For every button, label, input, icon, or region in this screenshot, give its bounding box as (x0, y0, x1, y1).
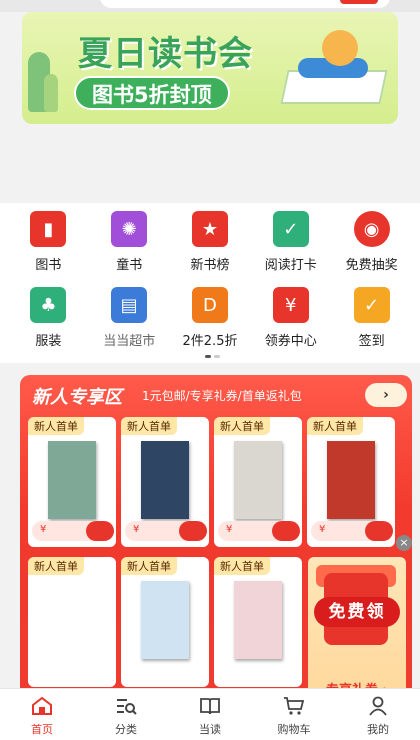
product-card[interactable]: 新人首单 (121, 557, 209, 687)
new-user-zone: 新人专享区 1元包邮/专享礼券/首单返礼包 › 新人首单 ¥ 新人首单 ¥ 新人首单 ¥ 新… (20, 375, 412, 715)
cart-icon (282, 695, 306, 717)
profile-icon (366, 695, 390, 717)
buy-button[interactable] (272, 521, 300, 541)
banner-area: 夏日读书会 图书5折封顶 (0, 0, 420, 200)
new-user-tag: 新人首单 (214, 557, 270, 575)
disney-icon: D (191, 287, 228, 323)
price-currency: ¥ (133, 524, 140, 535)
tab-profile[interactable]: 我的 (336, 689, 420, 740)
reading-checkin-icon: ✓ (272, 211, 309, 247)
zone-subtitle: 1元包邮/专享礼券/首单返礼包 (142, 389, 302, 403)
search-bar-edge (0, 0, 420, 12)
free-coupon-card[interactable]: 免费领 专享礼券 › (308, 557, 406, 707)
price-currency: ¥ (226, 524, 233, 535)
nav-item[interactable]: ▮ 图书 (8, 211, 89, 279)
nav-item[interactable]: ✺ 童书 (89, 211, 170, 279)
nav-item-label: 签到 (358, 334, 385, 349)
nav-item-label: 领券中心 (264, 334, 317, 349)
home-icon (30, 695, 54, 717)
price-currency: ¥ (319, 524, 326, 535)
bush-illustration (44, 74, 58, 112)
category-grid: ▮ 图书 ✺ 童书 ★ 新书榜 ✓ 阅读打卡 ◉ 免费抽奖 ♣ 服装 ▤ 当当超市 D 2件2.5折 ¥ 领券中心… (8, 211, 412, 355)
product-card[interactable]: 新人首单 ¥ (28, 417, 116, 547)
nav-item[interactable]: ✓ 阅读打卡 (250, 211, 331, 279)
tab-label: 我的 (367, 723, 389, 736)
tab-cart[interactable]: 购物车 (252, 689, 336, 740)
tab-label: 首页 (31, 723, 53, 736)
zone-more-button[interactable]: › (365, 383, 407, 407)
nav-item-label: 童书 (116, 258, 143, 273)
book-cover[interactable] (327, 441, 375, 519)
nav-item-label: 新书榜 (190, 258, 230, 273)
tab-label: 购物车 (277, 723, 311, 736)
new-user-tag: 新人首单 (28, 557, 84, 575)
nav-item[interactable]: ✓ 签到 (331, 287, 412, 355)
buy-button[interactable] (86, 521, 114, 541)
nav-item-label: 阅读打卡 (264, 258, 317, 273)
tab-label: 分类 (115, 723, 137, 736)
product-card[interactable]: 新人首单 ¥ (214, 417, 302, 547)
nav-item-label: 2件2.5折 (182, 334, 238, 349)
nav-item-label: 服装 (35, 334, 62, 349)
lottery-icon: ◉ (353, 211, 390, 247)
nav-item-label: 免费抽奖 (345, 258, 398, 273)
buy-button[interactable] (365, 521, 393, 541)
book-cover[interactable] (141, 581, 189, 659)
nav-item[interactable]: ♣ 服装 (8, 287, 89, 355)
book-cover[interactable] (141, 441, 189, 519)
tab-read[interactable]: 当读 (168, 689, 252, 740)
nav-item[interactable]: ▤ 当当超市 (89, 287, 170, 355)
nav-item[interactable]: ¥ 领券中心 (250, 287, 331, 355)
category-icon (114, 695, 138, 717)
product-card[interactable]: 新人首单 (28, 557, 116, 687)
banner-subtitle: 图书5折封顶 (74, 76, 230, 110)
nav-item[interactable]: ★ 新书榜 (170, 211, 251, 279)
book-cover[interactable] (234, 441, 282, 519)
new-user-tag: 新人首单 (121, 417, 177, 435)
nav-pager (205, 355, 220, 358)
home-page: 夏日读书会 图书5折封顶 ▮ 图书 ✺ 童书 ★ 新书榜 ✓ 阅读打卡 ◉ 免费抽奖 ♣ 服装 ▤ 当当超… (0, 0, 420, 740)
nav-item-label: 当当超市 (103, 334, 156, 349)
product-card[interactable]: 新人首单 ¥ (121, 417, 209, 547)
read-icon (198, 695, 222, 717)
new-user-tag: 新人首单 (214, 417, 270, 435)
book-cover[interactable] (48, 441, 96, 519)
kids-book-icon: ✺ (111, 211, 148, 247)
free-claim-label: 免费领 (314, 597, 400, 627)
banner-title: 夏日读书会 (78, 34, 253, 74)
promo-banner[interactable]: 夏日读书会 图书5折封顶 (22, 12, 398, 124)
nav-pager-active (205, 355, 211, 358)
tab-label: 当读 (199, 723, 221, 736)
new-user-tag: 新人首单 (28, 417, 84, 435)
calendar-icon: ✓ (353, 287, 390, 323)
book-icon: ▮ (30, 211, 67, 247)
ranking-icon: ★ (191, 211, 228, 247)
buy-button[interactable] (179, 521, 207, 541)
product-card[interactable]: 新人首单 (214, 557, 302, 687)
new-user-tag: 新人首单 (307, 417, 363, 435)
close-icon[interactable]: × (396, 535, 412, 551)
price-bar: ¥ (218, 521, 300, 541)
book-cover[interactable] (234, 581, 282, 659)
nav-item-label: 图书 (35, 258, 62, 273)
reader-head-illustration (322, 30, 358, 66)
category-nav: ▮ 图书 ✺ 童书 ★ 新书榜 ✓ 阅读打卡 ◉ 免费抽奖 ♣ 服装 ▤ 当当超市 D 2件2.5折 ¥ 领券中心… (0, 203, 420, 363)
price-currency: ¥ (40, 524, 47, 535)
new-user-tag: 新人首单 (121, 557, 177, 575)
coupon-icon: ¥ (272, 287, 309, 323)
search-button[interactable] (340, 0, 378, 4)
bottom-tab-bar: 首页 分类 当读 购物车 我的 (0, 688, 420, 740)
nav-pager-dot (214, 355, 220, 358)
tab-home[interactable]: 首页 (0, 689, 84, 740)
basket-icon: ▤ (111, 287, 148, 323)
price-bar: ¥ (125, 521, 207, 541)
price-bar: ¥ (32, 521, 114, 541)
dress-icon: ♣ (30, 287, 67, 323)
tab-category[interactable]: 分类 (84, 689, 168, 740)
product-card[interactable]: 新人首单 ¥ (307, 417, 395, 547)
nav-item[interactable]: D 2件2.5折 (170, 287, 251, 355)
zone-title: 新人专享区 (32, 387, 122, 408)
price-bar: ¥ (311, 521, 393, 541)
nav-item[interactable]: ◉ 免费抽奖 (331, 211, 412, 279)
